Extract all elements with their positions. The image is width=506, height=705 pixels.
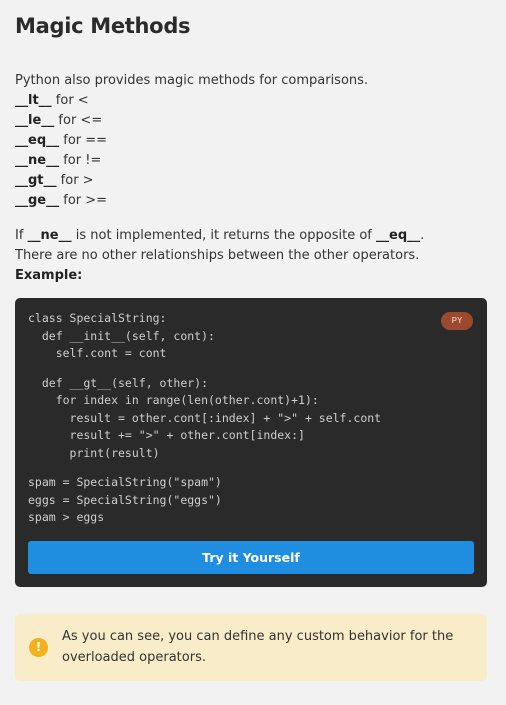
code-chunk: class SpecialString: def __init__(self, … <box>28 311 215 360</box>
try-it-yourself-button[interactable]: Try it Yourself <box>28 541 474 574</box>
method-desc: for != <box>59 153 102 168</box>
method-item: __eq__ for == <box>15 131 368 151</box>
method-item: __ne__ for != <box>15 151 368 171</box>
text-fragment: If <box>15 228 28 243</box>
method-desc: for > <box>56 173 94 188</box>
code-text: class SpecialString: def __init__(self, … <box>28 310 381 527</box>
code-chunk: spam = SpecialString("spam") eggs = Spec… <box>28 475 222 524</box>
text-fragment: . <box>420 228 425 243</box>
example-label-text: Example: <box>15 268 83 283</box>
code-gap <box>28 462 381 474</box>
method-name: __eq__ <box>376 228 421 243</box>
example-label: Example: <box>15 266 424 286</box>
ne-explanation: If __ne__ is not implemented, it returns… <box>15 226 424 286</box>
language-badge: PY <box>441 312 473 330</box>
method-desc: for == <box>59 133 108 148</box>
method-name: __lt__ <box>15 93 52 108</box>
method-desc: for < <box>51 93 89 108</box>
intro-section: Python also provides magic methods for c… <box>15 71 368 211</box>
method-item: __lt__ for < <box>15 91 368 111</box>
relationship-line: There are no other relationships between… <box>15 248 420 263</box>
method-item: __le__ for <= <box>15 111 368 131</box>
method-desc: for >= <box>59 193 108 208</box>
lesson-page: Magic Methods Python also provides magic… <box>0 0 506 705</box>
callout-text: As you can see, you can define any custo… <box>62 629 454 665</box>
method-name: __eq__ <box>15 133 60 148</box>
method-name: __le__ <box>15 113 55 128</box>
info-callout: ! As you can see, you can define any cus… <box>15 614 487 681</box>
code-gap <box>28 363 381 375</box>
method-name: __ne__ <box>27 228 72 243</box>
method-name: __gt__ <box>15 173 57 188</box>
ne-line: If __ne__ is not implemented, it returns… <box>15 226 424 246</box>
warning-icon: ! <box>29 638 48 657</box>
method-desc: for <= <box>54 113 103 128</box>
method-name: __ge__ <box>15 193 60 208</box>
page-title: Magic Methods <box>15 14 191 38</box>
intro-text: Python also provides magic methods for c… <box>15 73 369 88</box>
method-item: __ge__ for >= <box>15 191 368 211</box>
text-fragment: is not implemented, it returns the oppos… <box>71 228 376 243</box>
method-name: __ne__ <box>15 153 60 168</box>
method-item: __gt__ for > <box>15 171 368 191</box>
code-chunk: def __gt__(self, other): for index in ra… <box>41 375 382 460</box>
code-block: class SpecialString: def __init__(self, … <box>15 298 487 587</box>
